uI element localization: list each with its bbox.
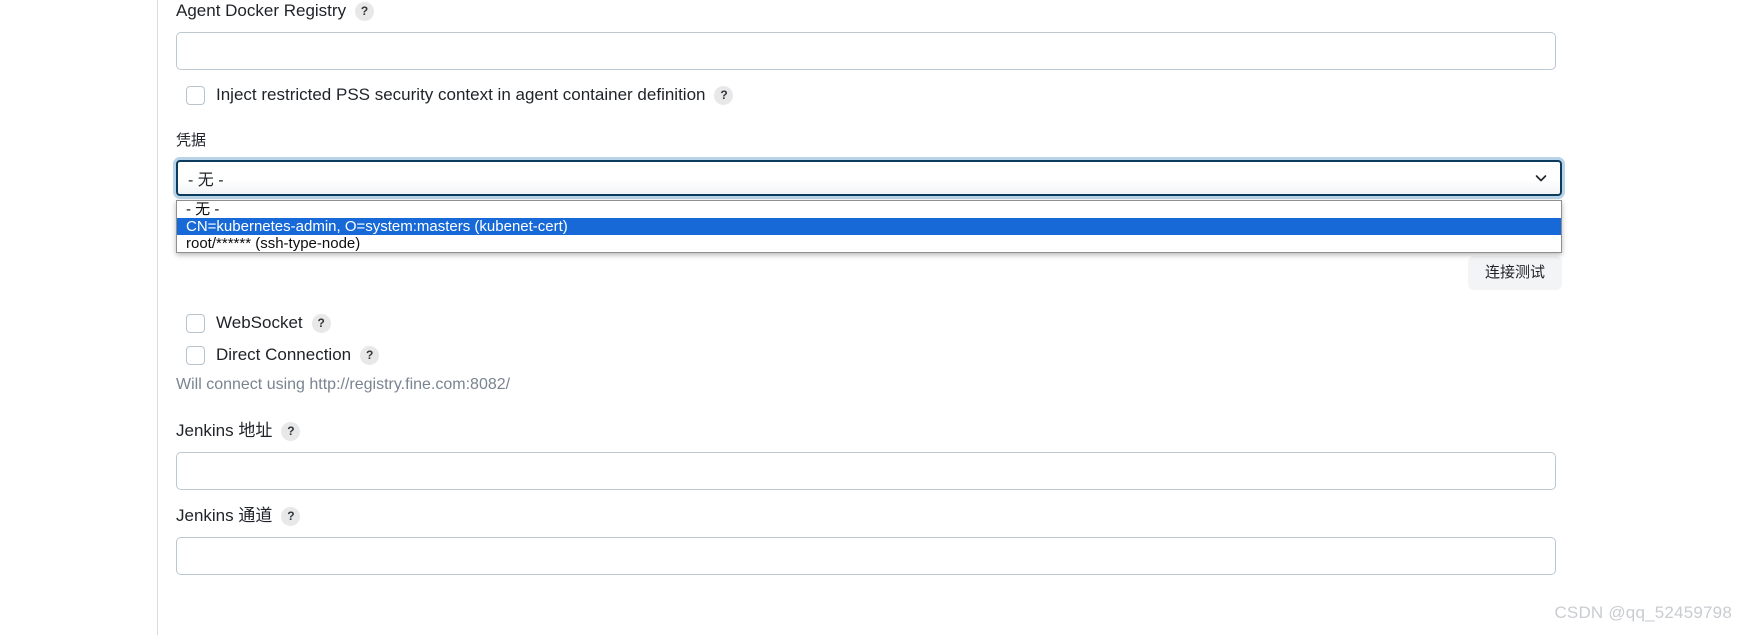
jenkins-tunnel-label-text: Jenkins 通道 xyxy=(176,506,273,525)
direct-connection-label-text: Direct Connection xyxy=(216,345,352,364)
inject-pss-label: Inject restricted PSS security context i… xyxy=(216,85,734,105)
inject-pss-checkbox[interactable] xyxy=(186,85,205,105)
help-icon[interactable]: ? xyxy=(281,506,301,526)
jenkins-url-field: Jenkins 地址 ? xyxy=(176,420,1556,490)
agent-docker-registry-input[interactable] xyxy=(176,32,1556,70)
page-root: Agent Docker Registry ? Inject restricte… xyxy=(0,0,1745,635)
jenkins-tunnel-label: Jenkins 通道 ? xyxy=(176,505,1556,527)
connection-test-button[interactable]: 连接测试 xyxy=(1467,256,1562,290)
inject-pss-label-text: Inject restricted PSS security context i… xyxy=(216,85,706,104)
agent-docker-registry-label-text: Agent Docker Registry xyxy=(176,1,347,20)
websocket-label: WebSocket ? xyxy=(216,313,331,333)
inject-pss-checkbox-row[interactable]: Inject restricted PSS security context i… xyxy=(186,85,734,105)
jenkins-url-label: Jenkins 地址 ? xyxy=(176,420,1556,442)
direct-connection-label: Direct Connection ? xyxy=(216,345,380,365)
websocket-checkbox[interactable] xyxy=(186,313,205,333)
help-icon[interactable]: ? xyxy=(281,421,301,441)
help-icon[interactable]: ? xyxy=(714,85,734,105)
direct-connection-checkbox-row[interactable]: Direct Connection ? xyxy=(186,345,380,365)
jenkins-tunnel-input[interactable] xyxy=(176,537,1556,575)
credentials-select[interactable]: - 无 - xyxy=(176,160,1562,196)
credentials-label-text: 凭据 xyxy=(176,132,207,149)
watermark: CSDN @qq_52459798 xyxy=(1554,603,1732,622)
agent-docker-registry-label: Agent Docker Registry ? xyxy=(176,0,1556,22)
help-icon[interactable]: ? xyxy=(355,1,375,21)
credentials-select-wrap: - 无 - - 无 - CN=kubernetes-admin, O=syste… xyxy=(176,160,1562,253)
credentials-option[interactable]: - 无 - xyxy=(177,201,1561,218)
direct-connection-checkbox[interactable] xyxy=(186,345,205,365)
credentials-option[interactable]: CN=kubernetes-admin, O=system:masters (k… xyxy=(177,218,1561,235)
jenkins-url-input[interactable] xyxy=(176,452,1556,490)
credentials-field: 凭据 - 无 - - 无 - CN=kubernetes-admin, O=sy… xyxy=(176,130,1562,253)
help-icon[interactable]: ? xyxy=(360,345,380,365)
credentials-option[interactable]: root/****** (ssh-type-node) xyxy=(177,235,1561,252)
sidebar-divider xyxy=(157,0,158,635)
help-icon[interactable]: ? xyxy=(311,313,331,333)
credentials-label: 凭据 xyxy=(176,130,1562,152)
websocket-checkbox-row[interactable]: WebSocket ? xyxy=(186,313,331,333)
connect-hint-text: Will connect using http://registry.fine.… xyxy=(176,376,511,393)
websocket-label-text: WebSocket xyxy=(216,313,303,332)
credentials-selected-value: - 无 - xyxy=(188,172,224,189)
credentials-option-list[interactable]: - 无 - CN=kubernetes-admin, O=system:mast… xyxy=(176,200,1562,253)
agent-docker-registry-field: Agent Docker Registry ? xyxy=(176,0,1556,70)
chevron-down-icon[interactable] xyxy=(1534,171,1548,185)
jenkins-url-label-text: Jenkins 地址 xyxy=(176,421,273,440)
jenkins-tunnel-field: Jenkins 通道 ? xyxy=(176,505,1556,575)
